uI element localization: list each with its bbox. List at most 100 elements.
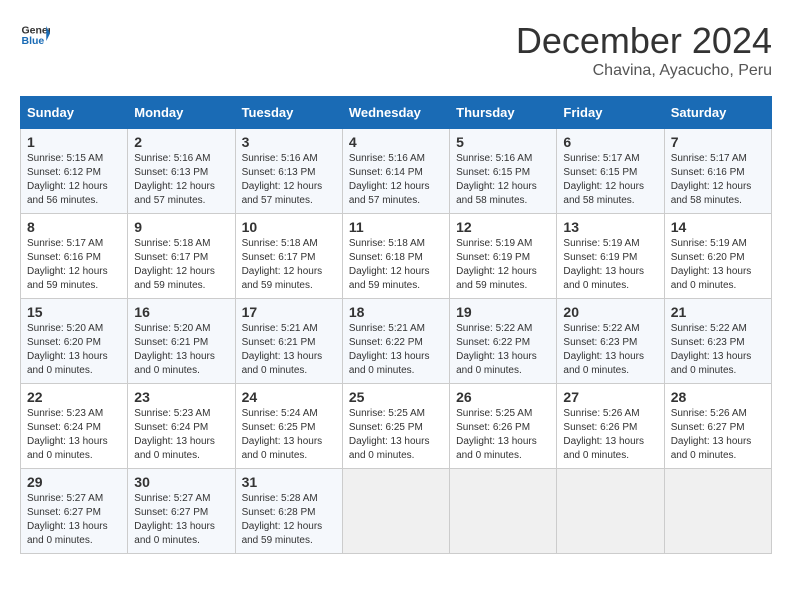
day-info: Sunrise: 5:19 AMSunset: 6:19 PMDaylight:… <box>456 238 537 291</box>
calendar-day <box>557 469 664 554</box>
calendar-day: 29 Sunrise: 5:27 AMSunset: 6:27 PMDayligh… <box>21 469 128 554</box>
header-cell-thursday: Thursday <box>450 97 557 129</box>
day-number: 14 <box>671 219 765 235</box>
logo-icon: General Blue <box>20 20 50 50</box>
day-info: Sunrise: 5:18 AMSunset: 6:17 PMDaylight:… <box>242 238 323 291</box>
day-info: Sunrise: 5:16 AMSunset: 6:14 PMDaylight:… <box>349 153 430 206</box>
day-number: 18 <box>349 304 443 320</box>
day-number: 30 <box>134 474 228 490</box>
day-info: Sunrise: 5:22 AMSunset: 6:22 PMDaylight:… <box>456 323 537 376</box>
calendar-day: 28 Sunrise: 5:26 AMSunset: 6:27 PMDayligh… <box>664 384 771 469</box>
day-number: 16 <box>134 304 228 320</box>
day-info: Sunrise: 5:26 AMSunset: 6:27 PMDaylight:… <box>671 408 752 461</box>
calendar-day: 5Sunrise: 5:16 AMSunset: 6:15 PMDaylight… <box>450 129 557 214</box>
calendar-day: 13 Sunrise: 5:19 AMSunset: 6:19 PMDayligh… <box>557 214 664 299</box>
day-info: Sunrise: 5:24 AMSunset: 6:25 PMDaylight:… <box>242 408 323 461</box>
day-number: 22 <box>27 389 121 405</box>
header-cell-saturday: Saturday <box>664 97 771 129</box>
day-number: 31 <box>242 474 336 490</box>
header-cell-wednesday: Wednesday <box>342 97 449 129</box>
logo: General Blue <box>20 20 50 50</box>
calendar-day: 4 Sunrise: 5:16 AMSunset: 6:14 PMDaylight… <box>342 129 449 214</box>
calendar-day: 31 Sunrise: 5:28 AMSunset: 6:28 PMDayligh… <box>235 469 342 554</box>
day-info: Sunrise: 5:25 AMSunset: 6:26 PMDaylight:… <box>456 408 537 461</box>
header-row: SundayMondayTuesdayWednesdayThursdayFrid… <box>21 97 772 129</box>
day-number: 20 <box>563 304 657 320</box>
calendar-day: 9 Sunrise: 5:18 AMSunset: 6:17 PMDaylight… <box>128 214 235 299</box>
day-info: Sunrise: 5:28 AMSunset: 6:28 PMDaylight:… <box>242 493 323 546</box>
month-title: December 2024 <box>516 20 772 62</box>
calendar-day <box>664 469 771 554</box>
header-cell-tuesday: Tuesday <box>235 97 342 129</box>
calendar-day: 15Sunrise: 5:20 AMSunset: 6:20 PMDayligh… <box>21 299 128 384</box>
calendar-week-2: 8 Sunrise: 5:17 AMSunset: 6:16 PMDaylight… <box>21 214 772 299</box>
day-number: 23 <box>134 389 228 405</box>
day-number: 6 <box>563 134 657 150</box>
day-number: 28 <box>671 389 765 405</box>
day-number: 13 <box>563 219 657 235</box>
day-number: 10 <box>242 219 336 235</box>
day-info: Sunrise: 5:18 AMSunset: 6:17 PMDaylight:… <box>134 238 215 291</box>
calendar-day: 19 Sunrise: 5:22 AMSunset: 6:22 PMDayligh… <box>450 299 557 384</box>
calendar-day <box>342 469 449 554</box>
day-number: 24 <box>242 389 336 405</box>
location-title: Chavina, Ayacucho, Peru <box>516 62 772 80</box>
day-info: Sunrise: 5:21 AMSunset: 6:22 PMDaylight:… <box>349 323 430 376</box>
day-info: Sunrise: 5:27 AMSunset: 6:27 PMDaylight:… <box>134 493 215 546</box>
day-number: 19 <box>456 304 550 320</box>
day-info: Sunrise: 5:19 AMSunset: 6:19 PMDaylight:… <box>563 238 644 291</box>
calendar-week-5: 29 Sunrise: 5:27 AMSunset: 6:27 PMDayligh… <box>21 469 772 554</box>
calendar-day: 26 Sunrise: 5:25 AMSunset: 6:26 PMDayligh… <box>450 384 557 469</box>
day-info: Sunrise: 5:16 AMSunset: 6:13 PMDaylight:… <box>242 153 323 206</box>
calendar-day: 22 Sunrise: 5:23 AMSunset: 6:24 PMDayligh… <box>21 384 128 469</box>
day-number: 4 <box>349 134 443 150</box>
day-number: 11 <box>349 219 443 235</box>
day-info: Sunrise: 5:15 AMSunset: 6:12 PMDaylight:… <box>27 153 108 206</box>
day-number: 26 <box>456 389 550 405</box>
day-info: Sunrise: 5:17 AMSunset: 6:16 PMDaylight:… <box>27 238 108 291</box>
day-number: 1 <box>27 134 121 150</box>
day-number: 9 <box>134 219 228 235</box>
title-area: December 2024 Chavina, Ayacucho, Peru <box>516 20 772 80</box>
day-info: Sunrise: 5:22 AMSunset: 6:23 PMDaylight:… <box>563 323 644 376</box>
header-cell-sunday: Sunday <box>21 97 128 129</box>
calendar-week-4: 22 Sunrise: 5:23 AMSunset: 6:24 PMDayligh… <box>21 384 772 469</box>
day-number: 2 <box>134 134 228 150</box>
day-info: Sunrise: 5:16 AMSunset: 6:13 PMDaylight:… <box>134 153 215 206</box>
header-cell-monday: Monday <box>128 97 235 129</box>
calendar-day: 1 Sunrise: 5:15 AMSunset: 6:12 PMDaylight… <box>21 129 128 214</box>
day-number: 8 <box>27 219 121 235</box>
calendar-day: 10 Sunrise: 5:18 AMSunset: 6:17 PMDayligh… <box>235 214 342 299</box>
day-info: Sunrise: 5:19 AMSunset: 6:20 PMDaylight:… <box>671 238 752 291</box>
calendar-day: 21Sunrise: 5:22 AMSunset: 6:23 PMDayligh… <box>664 299 771 384</box>
day-info: Sunrise: 5:17 AMSunset: 6:16 PMDaylight:… <box>671 153 752 206</box>
calendar-day: 24 Sunrise: 5:24 AMSunset: 6:25 PMDayligh… <box>235 384 342 469</box>
calendar-day: 3 Sunrise: 5:16 AMSunset: 6:13 PMDaylight… <box>235 129 342 214</box>
day-info: Sunrise: 5:23 AMSunset: 6:24 PMDaylight:… <box>134 408 215 461</box>
svg-text:Blue: Blue <box>22 35 45 47</box>
day-info: Sunrise: 5:23 AMSunset: 6:24 PMDaylight:… <box>27 408 108 461</box>
calendar-day: 11Sunrise: 5:18 AMSunset: 6:18 PMDayligh… <box>342 214 449 299</box>
calendar-day: 27Sunrise: 5:26 AMSunset: 6:26 PMDayligh… <box>557 384 664 469</box>
calendar-day <box>450 469 557 554</box>
day-number: 29 <box>27 474 121 490</box>
day-info: Sunrise: 5:27 AMSunset: 6:27 PMDaylight:… <box>27 493 108 546</box>
day-number: 3 <box>242 134 336 150</box>
calendar-day: 17 Sunrise: 5:21 AMSunset: 6:21 PMDayligh… <box>235 299 342 384</box>
calendar-day: 2 Sunrise: 5:16 AMSunset: 6:13 PMDaylight… <box>128 129 235 214</box>
day-info: Sunrise: 5:17 AMSunset: 6:15 PMDaylight:… <box>563 153 644 206</box>
calendar-day: 25Sunrise: 5:25 AMSunset: 6:25 PMDayligh… <box>342 384 449 469</box>
calendar-day: 18 Sunrise: 5:21 AMSunset: 6:22 PMDayligh… <box>342 299 449 384</box>
calendar-day: 12Sunrise: 5:19 AMSunset: 6:19 PMDayligh… <box>450 214 557 299</box>
day-info: Sunrise: 5:21 AMSunset: 6:21 PMDaylight:… <box>242 323 323 376</box>
day-info: Sunrise: 5:16 AMSunset: 6:15 PMDaylight:… <box>456 153 537 206</box>
calendar-day: 6 Sunrise: 5:17 AMSunset: 6:15 PMDaylight… <box>557 129 664 214</box>
calendar-table: SundayMondayTuesdayWednesdayThursdayFrid… <box>20 96 772 554</box>
calendar-day: 7Sunrise: 5:17 AMSunset: 6:16 PMDaylight… <box>664 129 771 214</box>
day-number: 17 <box>242 304 336 320</box>
calendar-week-3: 15Sunrise: 5:20 AMSunset: 6:20 PMDayligh… <box>21 299 772 384</box>
day-info: Sunrise: 5:25 AMSunset: 6:25 PMDaylight:… <box>349 408 430 461</box>
calendar-day: 8 Sunrise: 5:17 AMSunset: 6:16 PMDaylight… <box>21 214 128 299</box>
day-number: 21 <box>671 304 765 320</box>
page-header: General Blue December 2024 Chavina, Ayac… <box>20 20 772 80</box>
